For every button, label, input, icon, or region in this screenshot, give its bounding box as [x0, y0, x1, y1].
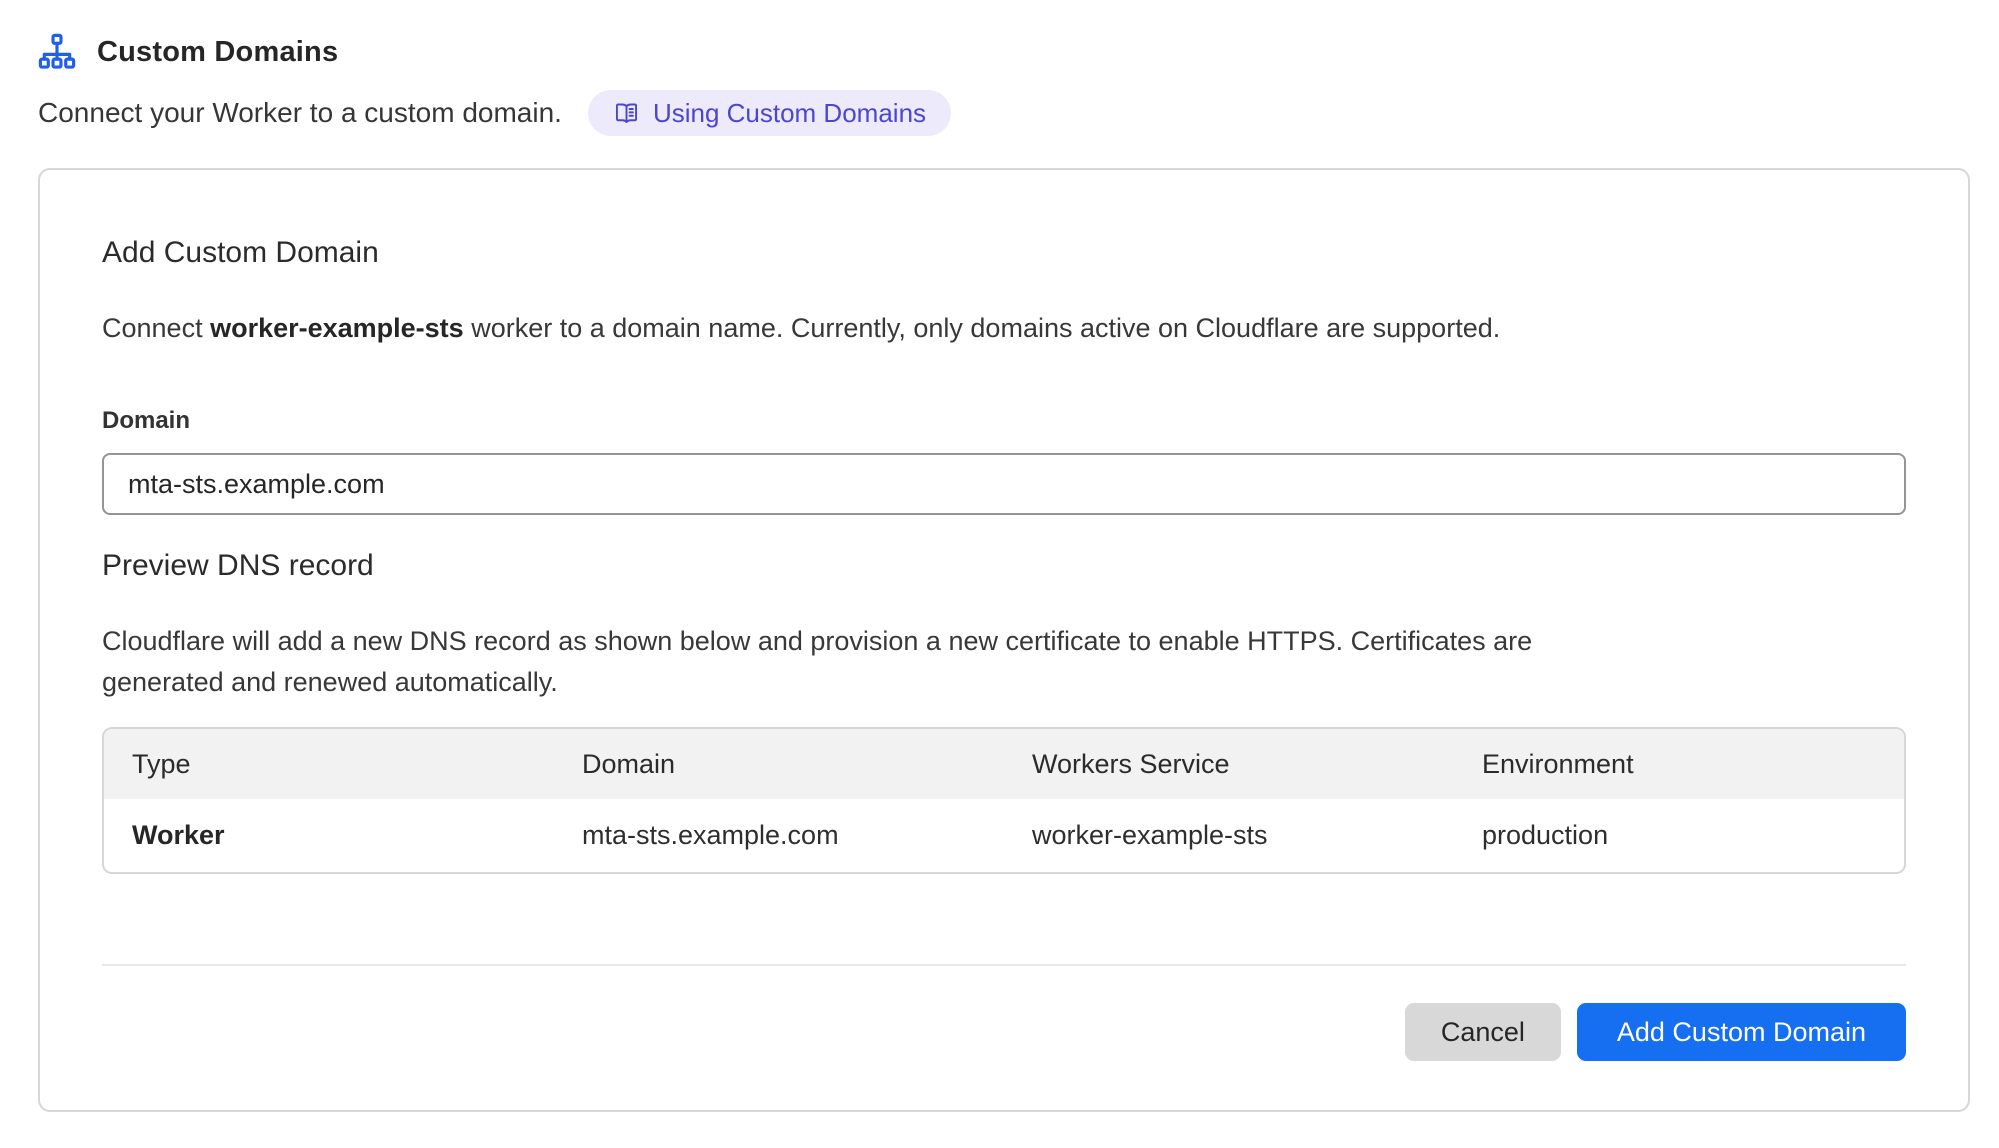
preview-dns-heading: Preview DNS record — [102, 549, 1906, 583]
cancel-button[interactable]: Cancel — [1405, 1003, 1561, 1061]
table-row: Workermta-sts.example.comworker-example-… — [104, 799, 1904, 872]
footer-divider — [102, 964, 1906, 966]
book-icon — [613, 100, 640, 127]
table-header-cell: Workers Service — [1004, 729, 1454, 799]
table-cell: Worker — [104, 799, 554, 872]
table-cell: mta-sts.example.com — [554, 799, 1004, 872]
table-header-cell: Environment — [1454, 729, 1904, 799]
description-prefix: Connect — [102, 313, 210, 343]
action-buttons: Cancel Add Custom Domain — [102, 1003, 1906, 1061]
dns-preview-table: TypeDomainWorkers ServiceEnvironment Wor… — [102, 727, 1906, 874]
worker-name: worker-example-sts — [210, 313, 464, 343]
card-description: Connect worker-example-sts worker to a d… — [102, 308, 1906, 349]
custom-domains-page: Custom Domains Connect your Worker to a … — [0, 0, 1999, 1112]
page-title: Custom Domains — [97, 36, 338, 69]
table-cell: worker-example-sts — [1004, 799, 1454, 872]
preview-dns-description: Cloudflare will add a new DNS record as … — [102, 621, 1592, 703]
table-header-row: TypeDomainWorkers ServiceEnvironment — [104, 729, 1904, 799]
using-custom-domains-label: Using Custom Domains — [653, 98, 926, 129]
page-header: Custom Domains — [38, 30, 1961, 74]
table-cell: production — [1454, 799, 1904, 872]
table-header-cell: Type — [104, 729, 554, 799]
card-heading: Add Custom Domain — [102, 236, 1906, 270]
domain-input[interactable] — [102, 453, 1906, 515]
add-custom-domain-card: Add Custom Domain Connect worker-example… — [38, 168, 1970, 1112]
description-suffix: worker to a domain name. Currently, only… — [464, 313, 1501, 343]
domain-label: Domain — [102, 407, 1906, 435]
using-custom-domains-link[interactable]: Using Custom Domains — [588, 90, 951, 136]
table-header-cell: Domain — [554, 729, 1004, 799]
page-subtitle: Connect your Worker to a custom domain. — [38, 97, 562, 129]
add-custom-domain-button[interactable]: Add Custom Domain — [1577, 1003, 1906, 1061]
sitemap-icon — [38, 33, 76, 71]
page-subheader: Connect your Worker to a custom domain. … — [38, 90, 1961, 136]
